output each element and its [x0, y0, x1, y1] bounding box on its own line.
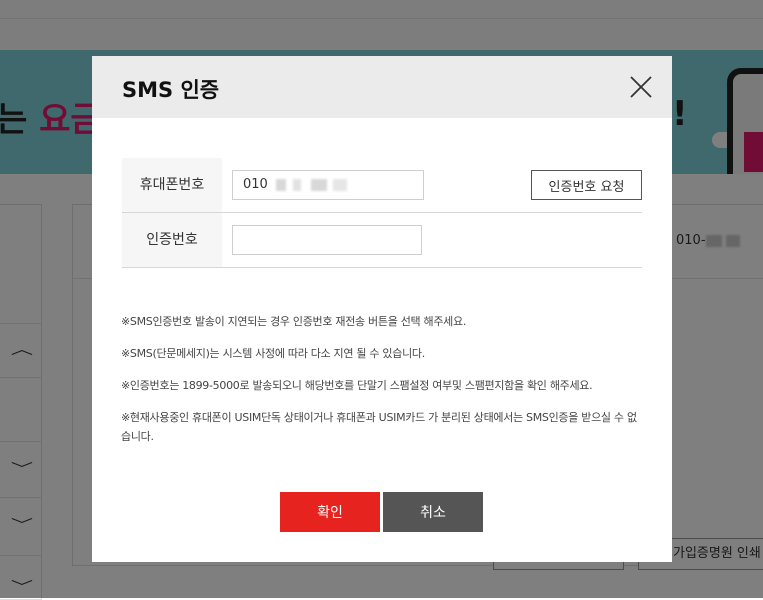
dialog-title: SMS 인증 [122, 78, 220, 102]
dialog-header: SMS 인증 [92, 56, 672, 118]
notice-item: ※인증번호는 1899-5000로 발송되오니 해당번호를 단말기 스팸설정 여… [121, 379, 593, 392]
phone-number-value: 010 [243, 177, 268, 192]
cancel-button[interactable]: 취소 [383, 492, 483, 532]
code-label: 인증번호 [122, 213, 222, 267]
code-row: 인증번호 [122, 213, 642, 268]
request-code-button[interactable]: 인증번호 요청 [531, 170, 642, 200]
notice-list: ※SMS인증번호 발송이 지연되는 경우 인증번호 재전송 버튼을 선택 해주세… [121, 312, 646, 459]
confirm-button[interactable]: 확인 [280, 492, 380, 532]
sms-auth-dialog: SMS 인증 휴대폰번호 010 인증번호 요청 인증번호 ※SMS인증번호 발… [92, 56, 672, 562]
phone-label: 휴대폰번호 [122, 158, 222, 212]
notice-item: ※SMS(단문메세지)는 시스템 사정에 따라 다소 지연 될 수 있습니다. [121, 347, 425, 360]
notice-item: ※SMS인증번호 발송이 지연되는 경우 인증번호 재전송 버튼을 선택 해주세… [121, 315, 467, 328]
close-icon[interactable] [628, 74, 654, 100]
dialog-actions: 확인 취소 [280, 492, 486, 532]
auth-form: 휴대폰번호 010 인증번호 요청 인증번호 [122, 158, 642, 268]
notice-item: ※현재사용중인 휴대폰이 USIM단독 상태이거나 휴대폰과 USIM카드 가 … [121, 411, 637, 443]
masked-digits [275, 178, 286, 191]
phone-row: 휴대폰번호 010 인증번호 요청 [122, 158, 642, 213]
phone-number-field[interactable]: 010 [232, 170, 424, 200]
verification-code-input[interactable] [232, 225, 422, 255]
